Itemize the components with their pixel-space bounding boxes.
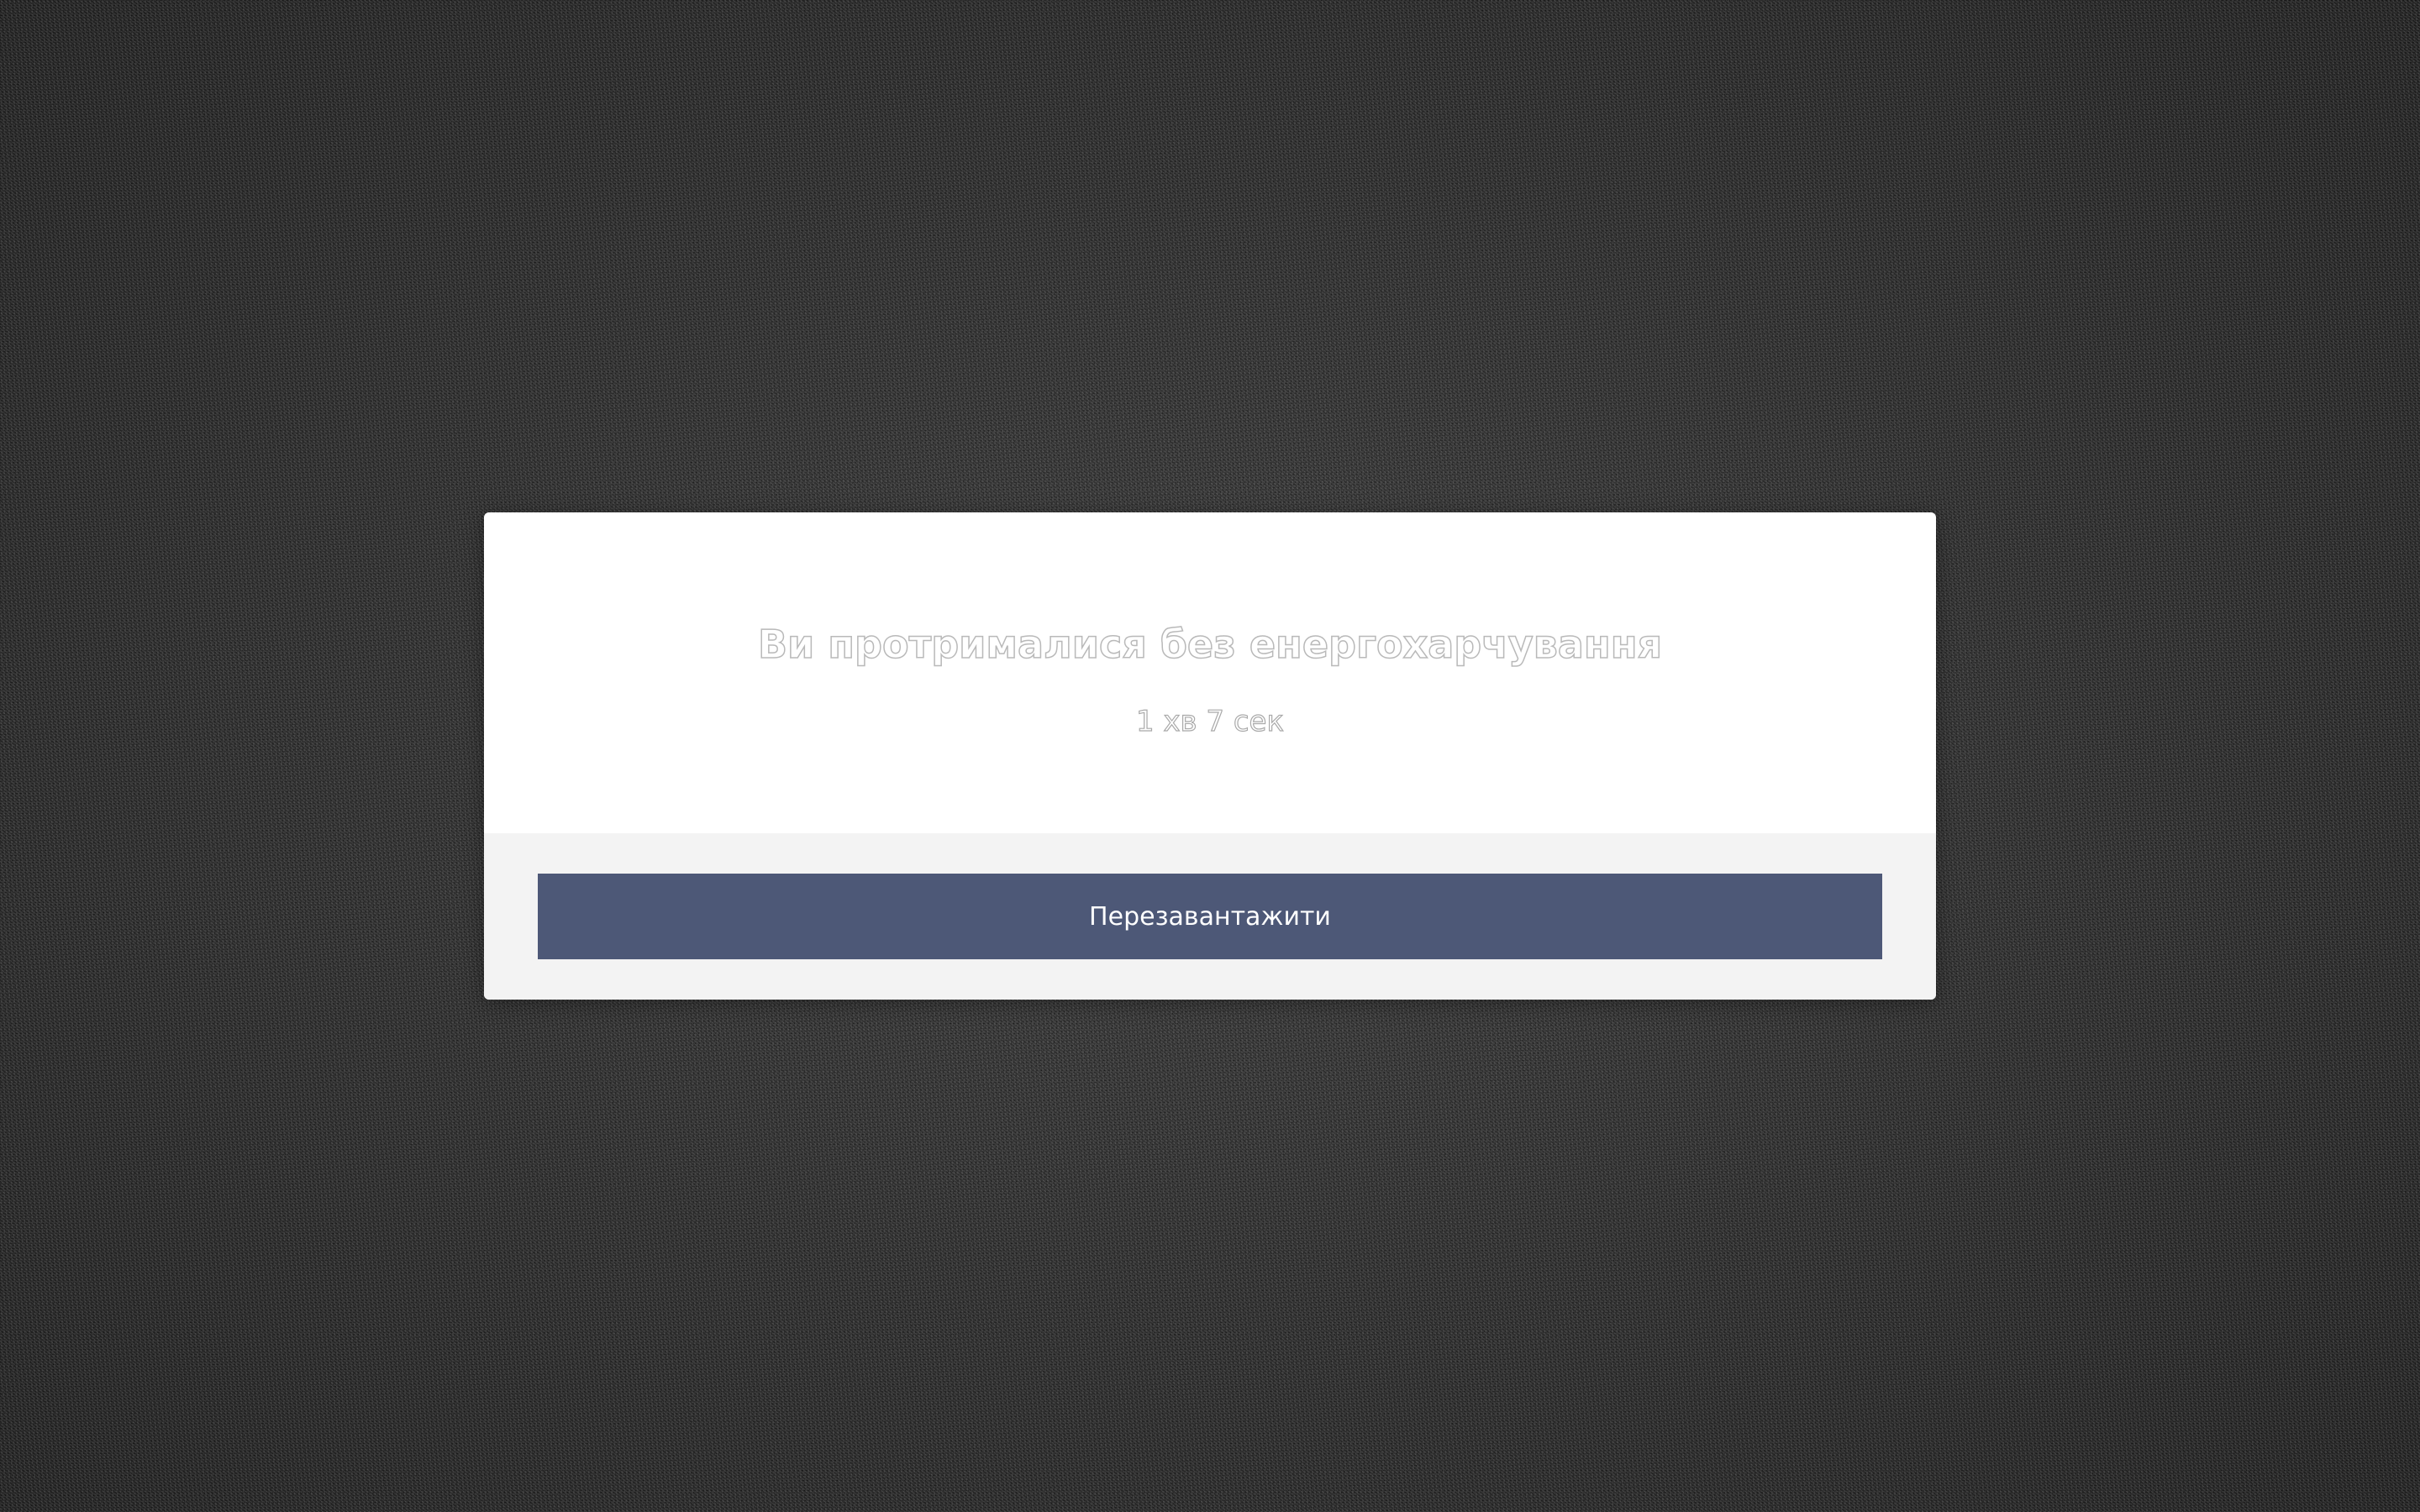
survival-time: 1 хв 7 сек [1135, 705, 1284, 738]
dialog-body: Ви протрималися без енергохарчування 1 х… [484, 512, 1936, 833]
dialog-title: Ви протрималися без енергохарчування [757, 622, 1663, 667]
game-over-dialog: Ви протрималися без енергохарчування 1 х… [484, 512, 1936, 1000]
dialog-footer: Перезавантажити [484, 833, 1936, 1000]
reload-button[interactable]: Перезавантажити [538, 874, 1882, 959]
